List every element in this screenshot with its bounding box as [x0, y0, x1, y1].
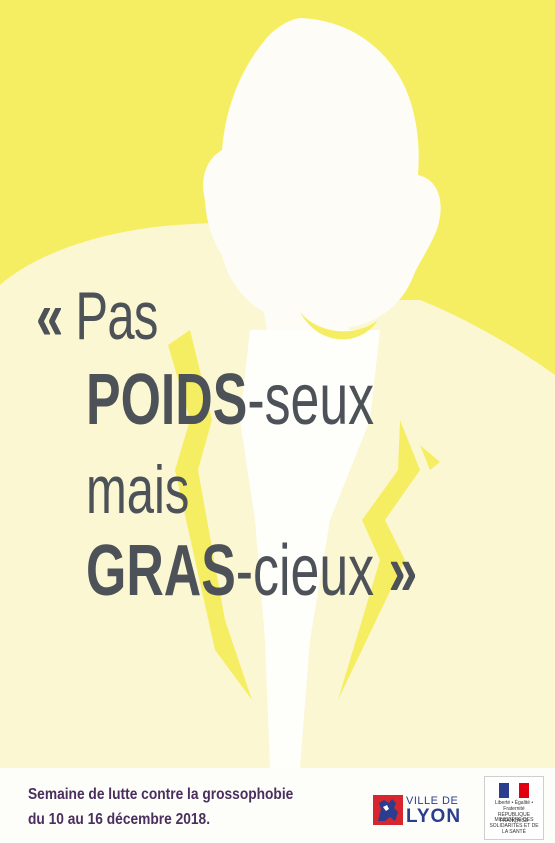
lyon-logo-name: LYON	[406, 806, 462, 827]
quote-line-1: « Pas	[36, 282, 158, 350]
quote-line-3: mais	[86, 456, 189, 524]
lion-icon	[373, 795, 403, 825]
close-quote-mark: »	[388, 531, 418, 611]
ministere-logo: Liberté • Égalité • Fraternité RÉPUBLIQU…	[484, 776, 544, 840]
word-seux: -seux	[247, 360, 375, 440]
ville-de-lyon-logo: VILLE DE LYON	[373, 792, 468, 828]
word-cieux: -cieux	[235, 531, 375, 611]
word-gras: GRAS	[86, 531, 236, 611]
footer-band: Semaine de lutte contre la grossophobie …	[0, 768, 555, 843]
open-quote-mark: «	[36, 278, 63, 354]
head-shape	[203, 18, 441, 330]
word-poids: POIDS	[86, 360, 248, 440]
marianne-flag-icon	[499, 783, 529, 798]
quote-line-4: GRAS-cieux »	[86, 535, 417, 607]
word-pas: Pas	[75, 278, 158, 354]
event-dates: du 10 au 16 décembre 2018.	[28, 811, 211, 828]
word-mais: mais	[86, 452, 190, 528]
quote-line-2: POIDS-seux	[86, 364, 374, 436]
poster: « Pas POIDS-seux mais GRAS-cieux » Semai…	[0, 0, 555, 843]
event-description: Semaine de lutte contre la grossophobie …	[28, 782, 293, 832]
ministere-name: MINISTÈRE DES SOLIDARITÉS ET DE LA SANTÉ	[489, 817, 539, 835]
event-title: Semaine de lutte contre la grossophobie	[28, 786, 294, 803]
